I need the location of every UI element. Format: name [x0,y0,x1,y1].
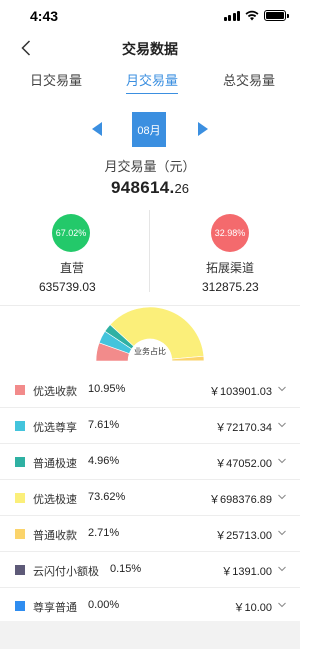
business-name: 优选尊享 [33,422,77,434]
business-amount: ￥25713.00 [215,530,272,542]
volume-integer-part: 948614. [110,178,175,197]
direct-percent-badge: 67.02% [52,214,90,252]
status-bar: 4:43 [0,0,300,32]
next-month-button[interactable] [198,122,208,136]
tab-daily-volume[interactable]: 日交易量 [30,70,82,94]
color-swatch [15,601,25,611]
business-name: 优选极速 [33,494,77,506]
period-tabs: 日交易量 月交易量 总交易量 [0,70,300,96]
tab-monthly-volume[interactable]: 月交易量 [126,70,179,94]
business-name: 尊享普通 [33,602,77,614]
list-item[interactable]: 普通极速 4.96% ￥47052.00 [0,444,300,480]
list-item[interactable]: 优选尊享 7.61% ￥72170.34 [0,408,300,444]
channel-percent-badge: 32.98% [211,214,249,252]
wifi-icon [245,10,259,21]
business-name: 云闪付小额极 [33,566,99,578]
channel-label: 拓展渠道 [206,261,255,275]
list-item[interactable]: 优选收款 10.95% ￥103901.03 [0,372,300,408]
business-name: 优选收款 [33,386,77,398]
monthly-volume-value: 948614.26 [0,178,300,198]
color-swatch [15,529,25,539]
tab-total-volume[interactable]: 总交易量 [223,70,275,94]
list-item[interactable]: 云闪付小额极 0.15% ￥1391.00 [0,552,300,588]
monthly-volume-label: 月交易量（元） [104,159,196,174]
color-swatch [15,493,25,503]
list-item[interactable]: 普通收款 2.71% ￥25713.00 [0,516,300,552]
business-percent: 0.15% [110,563,142,575]
month-picker: 08月 [0,112,300,148]
chevron-down-icon [278,602,286,608]
page-title: 交易数据 [122,41,178,57]
list-item[interactable]: 尊享普通 0.00% ￥10.00 [0,588,300,624]
direct-label: 直营 [60,261,85,275]
business-amount: ￥698376.89 [209,494,272,506]
chevron-down-icon [278,422,286,428]
chevron-down-icon [278,386,286,392]
previous-month-button[interactable] [92,122,102,136]
bottom-bar [0,621,300,649]
chevron-down-icon [278,458,286,464]
business-share-caption: 业务占比 [134,347,166,356]
cellular-signal-icon [223,10,240,21]
chevron-down-icon [278,494,286,500]
business-percent: 4.96% [88,455,120,467]
list-item[interactable]: 优选极速 73.62% ￥698376.89 [0,480,300,516]
color-swatch [15,565,25,575]
business-amount: ￥103901.03 [209,386,272,398]
chevron-down-icon [278,566,286,572]
volume-decimal-part: 26 [174,181,190,196]
status-time: 4:43 [30,8,59,24]
direct-amount: 635739.03 [39,280,96,294]
business-amount: ￥47052.00 [215,458,272,470]
status-icons [223,10,289,21]
month-selector[interactable]: 08月 [132,112,166,147]
business-percent: 10.95% [88,383,126,395]
split-divider [149,210,150,292]
channel-amount: 312875.23 [202,280,259,294]
battery-icon [264,10,289,21]
color-swatch [15,457,25,467]
business-name: 普通收款 [33,530,77,542]
business-amount: ￥10.00 [233,602,272,614]
business-percent: 2.71% [88,527,120,539]
business-percent: 73.62% [88,491,126,503]
nav-bar: 交易数据 [0,32,300,64]
business-name: 普通极速 [33,458,77,470]
chevron-down-icon [278,530,286,536]
business-percent: 0.00% [88,599,120,611]
business-amount: ￥1391.00 [221,566,272,578]
color-swatch [15,385,25,395]
color-swatch [15,421,25,431]
business-percent: 7.61% [88,419,120,431]
business-amount: ￥72170.34 [215,422,272,434]
